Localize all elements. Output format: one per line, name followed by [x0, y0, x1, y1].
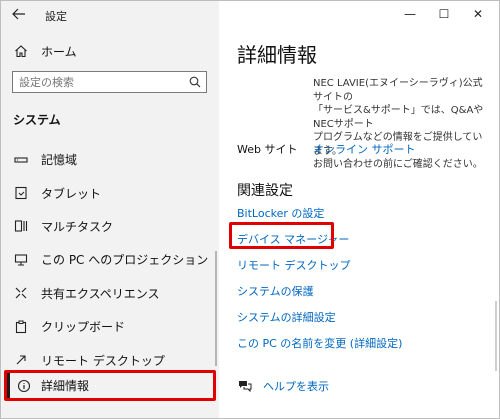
sidebar-scrollbar[interactable]	[215, 251, 217, 366]
system-protection-link[interactable]: システムの保護	[237, 283, 314, 299]
close-button[interactable]: ✕	[461, 3, 495, 25]
search-box[interactable]	[12, 71, 207, 93]
help-row[interactable]: ヘルプを表示	[237, 378, 329, 394]
sidebar-item-about[interactable]: 詳細情報	[4, 370, 216, 401]
shared-experiences-icon	[1, 286, 41, 300]
sidebar-item-storage[interactable]: 記憶域	[1, 143, 219, 176]
main-panel: — ☐ ✕ 詳細情報 NEC LAVIE(エヌイーシーラヴィ)公式サイトの 「サ…	[219, 1, 499, 418]
sidebar-item-projection[interactable]: この PC へのプロジェクション	[1, 243, 219, 276]
help-link[interactable]: ヘルプを表示	[263, 378, 329, 394]
back-button[interactable]	[7, 3, 31, 25]
clipboard-icon	[1, 320, 41, 334]
sidebar-item-multitask[interactable]: マルチタスク	[1, 210, 219, 243]
titlebar-left: 設定	[1, 1, 219, 29]
rename-pc-link[interactable]: この PC の名前を変更 (詳細設定)	[237, 335, 402, 351]
remote-desktop-link[interactable]: リモート デスクトップ	[237, 257, 351, 273]
storage-icon	[1, 154, 41, 166]
home-icon	[1, 44, 41, 58]
window-controls: — ☐ ✕	[393, 3, 495, 25]
help-chat-icon	[237, 379, 259, 393]
about-label: 詳細情報	[41, 379, 90, 393]
nav-list: 記憶域 タブレット マルチタスク この PC へのプロジェクション 共有エクスペ…	[1, 143, 219, 377]
maximize-button[interactable]: ☐	[427, 3, 461, 25]
page-title: 詳細情報	[237, 43, 317, 67]
advanced-system-settings-link[interactable]: システムの詳細設定	[237, 309, 336, 325]
settings-window: 設定 ホーム システム	[0, 0, 500, 419]
sidebar-item-shared-experiences[interactable]: 共有エクスペリエンス	[1, 277, 219, 310]
nav-home[interactable]: ホーム	[1, 37, 219, 65]
info-icon	[7, 379, 41, 393]
website-label: Web サイト	[237, 143, 298, 156]
search-input[interactable]	[13, 75, 184, 89]
minimize-icon: —	[404, 7, 416, 21]
sidebar-item-clipboard[interactable]: クリップボード	[1, 310, 219, 343]
close-icon: ✕	[472, 7, 484, 21]
sidebar-item-tablet[interactable]: タブレット	[1, 176, 219, 209]
related-settings-title: 関連設定	[237, 183, 293, 199]
minimize-button[interactable]: —	[393, 3, 427, 25]
projection-icon	[1, 253, 41, 267]
active-indicator	[7, 373, 10, 398]
online-support-link[interactable]: オンライン サポート	[313, 141, 416, 157]
website-row: Web サイト オンライン サポート	[237, 141, 416, 157]
bitlocker-settings-link[interactable]: BitLocker の設定	[237, 205, 324, 221]
home-label: ホーム	[41, 44, 77, 59]
tablet-icon	[1, 186, 41, 200]
back-arrow-icon	[12, 8, 25, 20]
sidebar: 設定 ホーム システム	[1, 1, 219, 418]
multitask-icon	[1, 219, 41, 233]
section-title: システム	[13, 113, 61, 127]
device-manager-highlight	[229, 222, 334, 249]
maximize-icon: ☐	[438, 7, 450, 21]
support-description: NEC LAVIE(エヌイーシーラヴィ)公式サイトの 「サービス&サポート」では…	[313, 78, 484, 170]
main-scrollbar[interactable]	[495, 301, 497, 371]
app-title: 設定	[45, 10, 67, 23]
remote-desktop-icon	[1, 353, 41, 367]
search-icon[interactable]	[184, 76, 206, 88]
